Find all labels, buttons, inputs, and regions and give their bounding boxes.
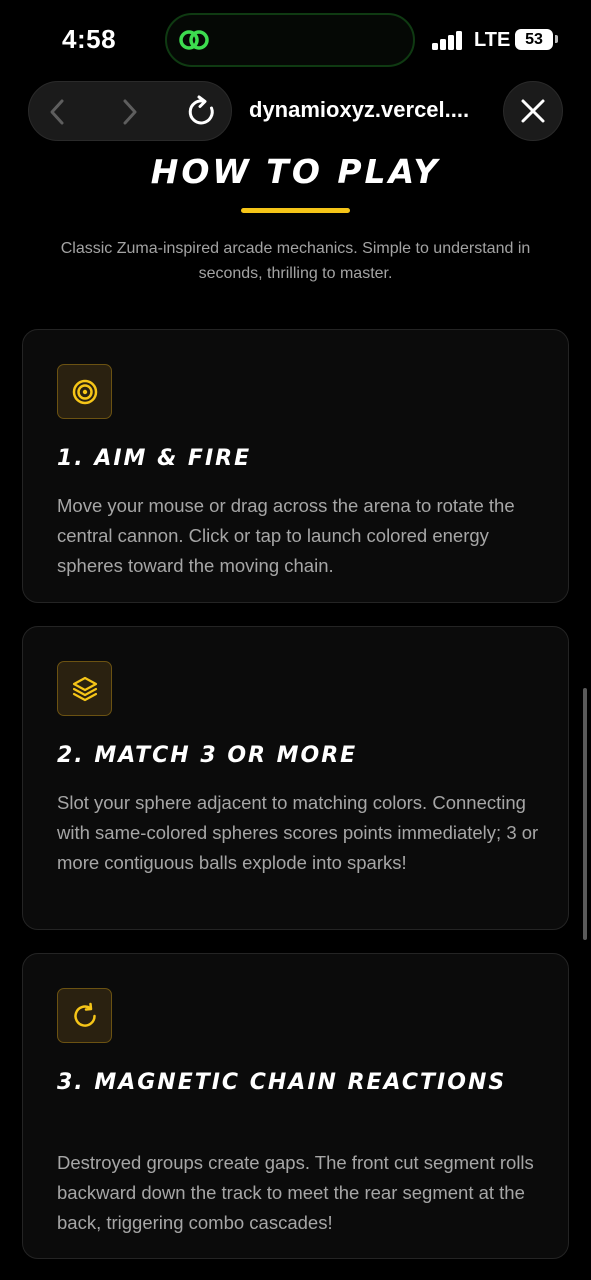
card-title: 3. MAGNETIC CHAIN REACTIONS: [57, 1070, 507, 1095]
close-icon: [521, 99, 545, 123]
battery-cap: [555, 35, 558, 43]
scrollbar[interactable]: [583, 688, 587, 940]
target-icon: [72, 379, 97, 404]
step-card-match: 2. MATCH 3 OR MORE Slot your sphere adja…: [22, 626, 569, 930]
forward-button[interactable]: [102, 82, 158, 142]
network-label: LTE: [474, 29, 511, 51]
step-card-chain-reactions: 3. MAGNETIC CHAIN REACTIONS Destroyed gr…: [22, 953, 569, 1259]
status-time: 4:58: [62, 24, 117, 54]
card-icon-box: [57, 364, 112, 419]
status-bar: 4:58 LTE 53: [0, 0, 591, 80]
card-text: Destroyed groups create gaps. The front …: [57, 1152, 534, 1233]
section-title: HOW TO PLAY: [150, 152, 441, 191]
url-field[interactable]: dynamioxyz.vercel....: [249, 97, 489, 123]
browser-nav-controls: [28, 81, 232, 141]
battery-level: 53: [525, 31, 543, 48]
card-text: Move your mouse or drag across the arena…: [57, 495, 515, 576]
link-icon: [179, 30, 209, 50]
reload-button[interactable]: [174, 82, 230, 142]
card-text: Slot your sphere adjacent to matching co…: [57, 792, 539, 873]
close-button[interactable]: [503, 81, 563, 141]
chevron-right-icon: [123, 99, 137, 125]
section-subtitle: Classic Zuma-inspired arcade mechanics. …: [60, 240, 531, 282]
screen: 4:58 LTE 53 dynamioxyz.vercel.... HOW TO…: [0, 0, 591, 1280]
card-title: 2. MATCH 3 OR MORE: [57, 743, 358, 768]
card-icon-box: [57, 988, 112, 1043]
dynamic-island: [165, 13, 415, 67]
battery-icon: 53: [515, 29, 553, 50]
reload-icon: [188, 95, 214, 125]
rotate-icon: [73, 1002, 96, 1027]
back-button[interactable]: [29, 82, 85, 142]
layers-icon: [72, 676, 97, 701]
card-title: 1. AIM & FIRE: [57, 446, 252, 471]
chevron-left-icon: [50, 99, 64, 125]
signal-icon: [432, 30, 464, 50]
card-icon-box: [57, 661, 112, 716]
step-card-aim-fire: 1. AIM & FIRE Move your mouse or drag ac…: [22, 329, 569, 603]
title-underline: [241, 208, 350, 213]
